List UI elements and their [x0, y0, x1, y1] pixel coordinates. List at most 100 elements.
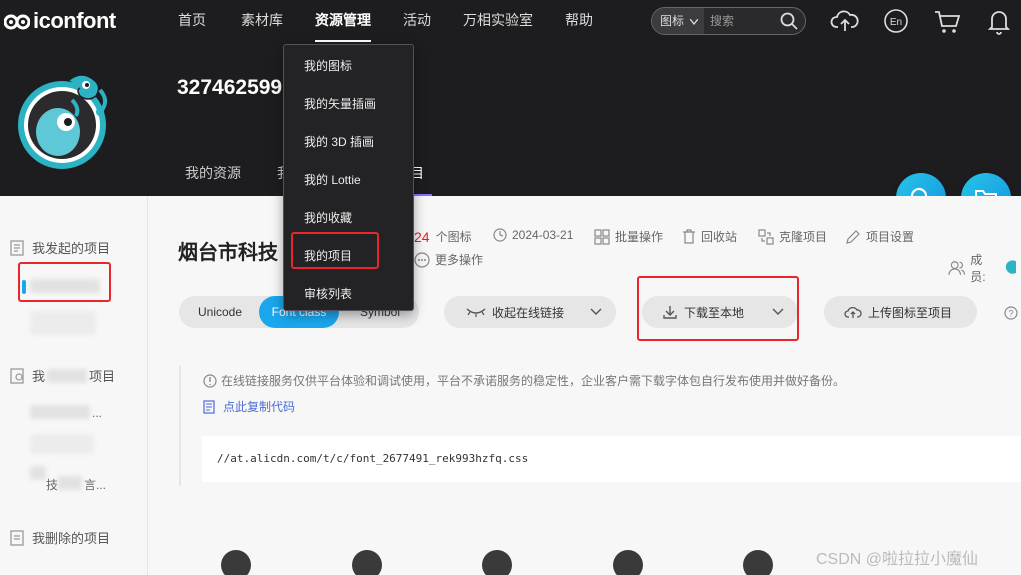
- upload-cloud-icon[interactable]: [830, 6, 860, 36]
- more-actions-label: 更多操作: [435, 253, 484, 267]
- project-date: 2024-03-21: [493, 228, 573, 242]
- check-circle-icon: [613, 550, 643, 575]
- icon-count-unit: 个图标: [435, 230, 472, 244]
- sidebar-section-participated[interactable]: 我 项目: [10, 366, 115, 385]
- sidebar-item-fragment: 言...: [84, 478, 107, 492]
- trash-icon: [683, 229, 695, 244]
- top-navigation-bar: iconfont 首页 素材库 资源管理 活动 万相实验室 帮助 图标 En: [0, 0, 1021, 42]
- batch-operation-button[interactable]: 批量操作: [594, 228, 663, 245]
- upload-cloud-icon: [844, 306, 862, 318]
- notification-bell-icon[interactable]: [984, 6, 1014, 36]
- sidebar-section-label-suffix: 项目: [89, 369, 116, 384]
- menu-item-review-list[interactable]: 审核列表: [304, 285, 352, 302]
- nav-wanxiang-lab[interactable]: 万相实验室: [463, 0, 533, 42]
- highlight-box-download: [637, 276, 799, 341]
- deleted-projects-icon: [10, 529, 24, 546]
- logo-text: iconfont: [33, 8, 116, 33]
- service-notice: 在线链接服务仅供平台体验和调试使用，平台不承诺服务的稳定性，企业客户需下载字体包…: [203, 372, 845, 389]
- menu-item-my-icons[interactable]: 我的图标: [304, 57, 352, 74]
- project-members[interactable]: 成员:: [948, 251, 1021, 285]
- upload-icons-button[interactable]: 上传图标至项目: [824, 296, 977, 328]
- sidebar-item-blurred[interactable]: [30, 466, 46, 480]
- project-settings-button[interactable]: 项目设置: [845, 228, 914, 245]
- cart-icon[interactable]: [932, 6, 962, 36]
- blurred-text: [47, 368, 88, 383]
- members-label: 成员:: [970, 253, 986, 284]
- sidebar-item-blurred: [58, 476, 82, 490]
- nav-activity[interactable]: 活动: [403, 0, 431, 42]
- batch-grid-icon: [594, 228, 610, 245]
- collapse-online-link-label: 收起在线链接: [492, 305, 565, 320]
- project-title: 烟台市科技: [178, 242, 278, 264]
- project-sidebar: 我发起的项目 我 项目 ... 技 言... 我删除的项目: [0, 196, 148, 575]
- clone-project-button[interactable]: 克隆项目: [758, 228, 827, 245]
- svg-text:?: ?: [1008, 309, 1013, 319]
- project-date-text: 2024-03-21: [512, 228, 574, 242]
- sidebar-section-deleted[interactable]: 我删除的项目: [10, 528, 110, 547]
- search-type-select[interactable]: 图标: [652, 8, 704, 34]
- check-circle-icon: [352, 550, 382, 575]
- nav-resource-management[interactable]: 资源管理: [315, 0, 371, 42]
- upload-label: 上传图标至项目: [868, 305, 953, 320]
- nav-material-library[interactable]: 素材库: [241, 0, 283, 42]
- more-actions-button[interactable]: 更多操作: [414, 251, 483, 268]
- iconfont-logo[interactable]: iconfont: [4, 8, 116, 34]
- svg-text:En: En: [890, 17, 902, 28]
- copy-code-label: 点此复制代码: [223, 400, 296, 414]
- nav-help[interactable]: 帮助: [565, 0, 593, 42]
- clone-project-label: 克隆项目: [779, 230, 828, 244]
- chevron-down-icon: [690, 19, 698, 25]
- nav-home[interactable]: 首页: [178, 0, 206, 42]
- batch-operation-label: 批量操作: [615, 230, 664, 244]
- recycle-bin-button[interactable]: 回收站: [682, 228, 737, 245]
- highlight-box-sidebar-project: [18, 262, 111, 302]
- icon-count: 24 个图标: [414, 228, 472, 245]
- project-list-icon: [10, 239, 24, 256]
- sidebar-section-label: 我: [32, 369, 46, 384]
- members-icon: [948, 261, 965, 275]
- power-icon: [221, 550, 251, 575]
- member-avatar[interactable]: [1003, 259, 1017, 277]
- sidebar-item-blurred[interactable]: [30, 434, 94, 454]
- avatar[interactable]: [14, 60, 114, 175]
- sidebar-item-blurred[interactable]: [30, 311, 96, 335]
- search-icon[interactable]: [779, 11, 799, 31]
- project-main: 烟台市科技 24 个图标 2024-03-21 批量操作 回收站 克隆项目 项目…: [148, 196, 1021, 575]
- project-settings-label: 项目设置: [866, 230, 915, 244]
- tab-my-resources[interactable]: 我的资源: [185, 163, 241, 183]
- menu-item-my-favorites[interactable]: 我的收藏: [304, 209, 352, 226]
- service-notice-text: 在线链接服务仅供平台体验和调试使用，平台不承诺服务的稳定性，企业客户需下载字体包…: [221, 374, 846, 388]
- language-en-icon[interactable]: En: [881, 6, 911, 36]
- clock-circle-icon: [743, 550, 773, 575]
- collapse-online-link-button[interactable]: 收起在线链接: [444, 296, 616, 328]
- user-id: 327462599: [177, 76, 283, 99]
- edit-pencil-icon: [846, 229, 860, 244]
- menu-item-my-3d-illustrations[interactable]: 我的 3D 插画: [304, 133, 374, 150]
- chevron-down-icon: [590, 308, 602, 315]
- menu-item-my-vector-illustrations[interactable]: 我的矢量插画: [304, 95, 376, 112]
- icon-count-number: 24: [414, 228, 430, 245]
- tab-unicode[interactable]: Unicode: [185, 296, 255, 328]
- menu-item-my-lottie[interactable]: 我的 Lottie: [304, 171, 361, 188]
- resource-management-dropdown: 我的图标 我的矢量插画 我的 3D 插画 我的 Lottie 我的收藏 我的项目…: [283, 44, 414, 311]
- sidebar-item-ellipsis: ...: [92, 406, 103, 420]
- close-circle-icon: [482, 550, 512, 575]
- project-search-icon: [10, 367, 24, 384]
- copy-code-link[interactable]: 点此复制代码: [203, 398, 295, 415]
- search-type-label: 图标: [660, 14, 685, 28]
- search-input[interactable]: [710, 8, 780, 34]
- sidebar-item-blurred[interactable]: [30, 405, 90, 419]
- sidebar-item-fragment: 技: [46, 478, 59, 492]
- search-box: 图标: [651, 7, 806, 35]
- copy-doc-icon: [203, 399, 215, 414]
- highlight-box-my-projects: [291, 232, 379, 269]
- sidebar-section-label: 我删除的项目: [32, 531, 111, 546]
- recycle-bin-label: 回收站: [701, 230, 738, 244]
- eye-closed-icon: [466, 308, 486, 317]
- css-link-code[interactable]: //at.alicdn.com/t/c/font_2677491_rek993h…: [202, 436, 1021, 482]
- sidebar-section-my-initiated[interactable]: 我发起的项目: [10, 238, 110, 257]
- profile-header: 327462599 我的资源 我 目: [0, 42, 1021, 196]
- logo-mark-icon: [4, 14, 30, 30]
- help-icon[interactable]: ?: [1004, 306, 1018, 320]
- sidebar-section-label: 我发起的项目: [32, 241, 111, 256]
